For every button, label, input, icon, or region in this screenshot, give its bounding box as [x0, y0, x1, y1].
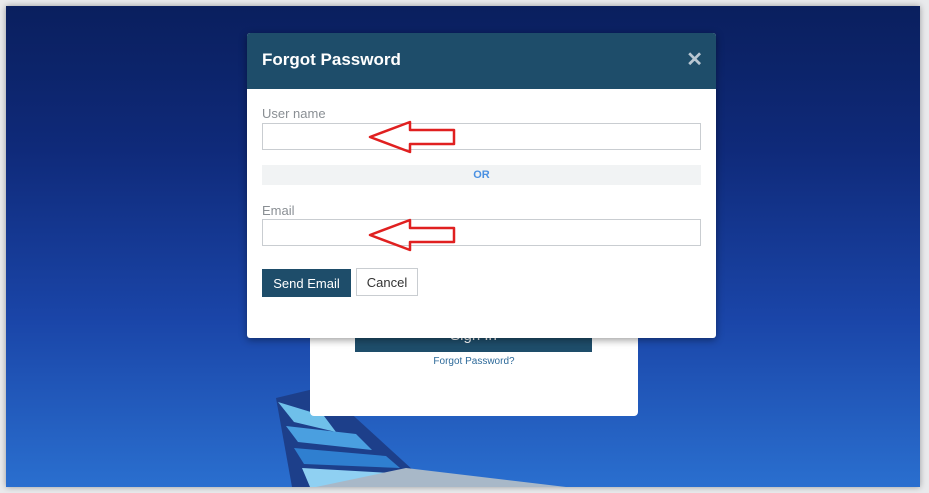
red-arrow-annotation-username: [368, 120, 456, 154]
close-icon[interactable]: ✕: [686, 49, 703, 71]
username-input[interactable]: [262, 123, 701, 150]
send-email-button[interactable]: Send Email: [262, 269, 351, 297]
email-label: Email: [262, 203, 295, 218]
email-input[interactable]: [262, 219, 701, 246]
or-divider: OR: [262, 165, 701, 185]
red-arrow-annotation-email: [368, 218, 456, 252]
cancel-button[interactable]: Cancel: [356, 268, 418, 296]
dialog-header: Forgot Password ✕: [247, 33, 716, 89]
browser-viewport: Sign In Forgot Password? Forgot Password…: [6, 6, 920, 487]
forgot-password-link[interactable]: Forgot Password?: [310, 356, 638, 367]
dialog-title: Forgot Password: [262, 50, 401, 69]
forgot-password-dialog: Forgot Password ✕ User name OR Email Sen…: [247, 33, 716, 338]
username-label: User name: [262, 106, 326, 121]
